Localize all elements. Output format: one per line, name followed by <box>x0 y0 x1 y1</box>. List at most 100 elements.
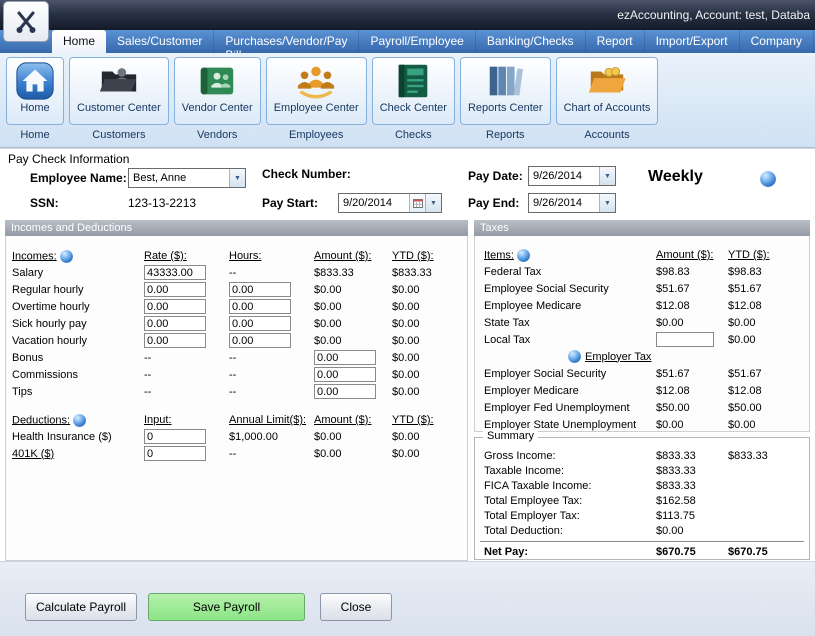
check-number-label: Check Number: <box>262 167 351 181</box>
paycheck-section-title: Pay Check Information <box>8 152 129 166</box>
close-button[interactable]: Close <box>320 593 392 621</box>
tab-company[interactable]: Company <box>740 30 814 53</box>
summary-row-fica-taxable-income: FICA Taxable Income: $833.33 <box>475 478 809 493</box>
save-payroll-button[interactable]: Save Payroll <box>148 593 305 621</box>
help-globe-icon[interactable] <box>73 414 86 427</box>
income-row-commissions: Commissions -- -- $0.00 <box>6 366 467 383</box>
chart-of-accounts-button[interactable]: Chart of Accounts <box>556 57 659 125</box>
help-globe-icon[interactable] <box>517 249 530 262</box>
check-center-sublabel: Checks <box>395 129 432 141</box>
paycheck-info-section: Pay Check Information Employee Name: Bes… <box>0 148 815 220</box>
employee-center-button[interactable]: Employee Center <box>266 57 367 125</box>
calculate-payroll-button[interactable]: Calculate Payroll <box>25 593 137 621</box>
chevron-down-icon[interactable]: ▼ <box>425 194 441 212</box>
col-ytd: YTD ($): <box>392 414 467 426</box>
salary-rate-input[interactable] <box>144 265 206 280</box>
vacation-hourly-hours-input[interactable] <box>229 333 291 348</box>
employee-name-value: Best, Anne <box>129 169 229 187</box>
tab-purchases-vendor-pay-bill[interactable]: Purchases/Vendor/Pay Bill <box>214 30 359 53</box>
col-amount: Amount ($): <box>314 250 392 262</box>
toolbar-item-employee-center: Employee Center Employees <box>266 57 367 147</box>
deduction-row-401k: 401K ($) -- $0.00 $0.00 <box>6 445 467 462</box>
pay-end-label: Pay End: <box>468 196 519 210</box>
income-row-bonus: Bonus -- -- $0.00 <box>6 349 467 366</box>
incomes-deductions-panel-header: Incomes and Deductions <box>5 220 468 236</box>
taxes-panel-header: Taxes <box>474 220 810 236</box>
deductions-header-row: Deductions: Input: Annual Limit($): Amou… <box>6 412 467 428</box>
window-title: ezAccounting, Account: test, Databa <box>617 8 810 22</box>
help-globe-icon[interactable] <box>760 171 776 187</box>
chart-of-accounts-sublabel: Accounts <box>584 129 629 141</box>
toolbar-item-check-center: Check Center Checks <box>372 57 455 147</box>
sick-hourly-rate-input[interactable] <box>144 316 206 331</box>
summary-panel: Summary Gross Income: $833.33 $833.33 Ta… <box>474 437 810 560</box>
tab-home[interactable]: Home <box>52 30 106 53</box>
taxes-panel: Items: Amount ($): YTD ($): Federal Tax … <box>474 236 810 432</box>
employee-center-sublabel: Employees <box>289 129 343 141</box>
chevron-down-icon[interactable]: ▼ <box>599 167 615 185</box>
overtime-hourly-rate-input[interactable] <box>144 299 206 314</box>
local-tax-input[interactable] <box>656 332 714 347</box>
check-number-input[interactable] <box>352 167 452 183</box>
tax-row-state: State Tax $0.00 $0.00 <box>475 314 809 331</box>
check-center-label: Check Center <box>380 102 447 114</box>
regular-hourly-hours-input[interactable] <box>229 282 291 297</box>
pay-frequency-text: Weekly <box>648 168 703 186</box>
tips-amount-input[interactable] <box>314 384 376 399</box>
vendor-center-button[interactable]: Vendor Center <box>174 57 261 125</box>
reports-center-sublabel: Reports <box>486 129 525 141</box>
calendar-icon[interactable] <box>409 194 425 212</box>
customer-center-button[interactable]: Customer Center <box>69 57 169 125</box>
home-label: Home <box>20 102 49 114</box>
pay-start-datepicker[interactable]: 9/20/2014 ▼ <box>338 193 442 213</box>
regular-hourly-rate-input[interactable] <box>144 282 206 297</box>
employee-name-dropdown[interactable]: Best, Anne ▼ <box>128 168 246 188</box>
overtime-hourly-hours-input[interactable] <box>229 299 291 314</box>
pay-date-dropdown[interactable]: 9/26/2014 ▼ <box>528 166 616 186</box>
pay-end-dropdown[interactable]: 9/26/2014 ▼ <box>528 193 616 213</box>
tab-banking-checks[interactable]: Banking/Checks <box>476 30 586 53</box>
chart-of-accounts-icon <box>586 60 628 102</box>
summary-row-taxable-income: Taxable Income: $833.33 <box>475 463 809 478</box>
reports-center-button[interactable]: Reports Center <box>460 57 551 125</box>
401k-input[interactable] <box>144 446 206 461</box>
sick-hourly-hours-input[interactable] <box>229 316 291 331</box>
tab-payroll-employee[interactable]: Payroll/Employee <box>359 30 475 53</box>
deductions-header: Deductions: <box>12 414 70 426</box>
home-button[interactable]: Home <box>6 57 64 125</box>
help-globe-icon[interactable] <box>60 250 73 263</box>
chevron-down-icon[interactable]: ▼ <box>229 169 245 187</box>
employee-center-label: Employee Center <box>274 102 359 114</box>
tax-row-federal: Federal Tax $98.83 $98.83 <box>475 263 809 280</box>
bonus-amount-input[interactable] <box>314 350 376 365</box>
vendor-center-icon <box>196 60 238 102</box>
incomes-header: Incomes: <box>12 250 57 262</box>
deduction-row-health-insurance: Health Insurance ($) $1,000.00 $0.00 $0.… <box>6 428 467 445</box>
incomes-deductions-panel: Incomes: Rate ($): Hours: Amount ($): YT… <box>5 236 468 561</box>
vacation-hourly-rate-input[interactable] <box>144 333 206 348</box>
health-insurance-input[interactable] <box>144 429 206 444</box>
summary-row-net-pay: Net Pay: $670.75 $670.75 <box>475 544 809 559</box>
check-center-button[interactable]: Check Center <box>372 57 455 125</box>
summary-row-total-employer-tax: Total Employer Tax: $113.75 <box>475 508 809 523</box>
toolbar-item-reports-center: Reports Center Reports <box>460 57 551 147</box>
commissions-amount-input[interactable] <box>314 367 376 382</box>
tax-row-employee-social-security: Employee Social Security $51.67 $51.67 <box>475 280 809 297</box>
chevron-down-icon[interactable]: ▼ <box>599 194 615 212</box>
title-bar: ezAccounting, Account: test, Databa <box>0 0 815 30</box>
pay-end-value: 9/26/2014 <box>529 194 599 212</box>
tab-sales-customer[interactable]: Sales/Customer <box>106 30 214 53</box>
customer-center-icon <box>98 60 140 102</box>
employer-tax-header-row: Employer Tax <box>475 348 809 365</box>
help-globe-icon[interactable] <box>568 350 581 363</box>
col-ytd: YTD ($): <box>728 249 809 261</box>
app-logo-button[interactable] <box>3 1 49 42</box>
tab-report[interactable]: Report <box>586 30 645 53</box>
tax-row-employee-medicare: Employee Medicare $12.08 $12.08 <box>475 297 809 314</box>
toolbar-item-chart-of-accounts: Chart of Accounts Accounts <box>556 57 659 147</box>
income-row-salary: Salary -- $833.33 $833.33 <box>6 264 467 281</box>
tab-import-export[interactable]: Import/Export <box>645 30 740 53</box>
customer-center-sublabel: Customers <box>92 129 145 141</box>
col-ytd: YTD ($): <box>392 250 467 262</box>
pay-date-label: Pay Date: <box>468 169 523 183</box>
